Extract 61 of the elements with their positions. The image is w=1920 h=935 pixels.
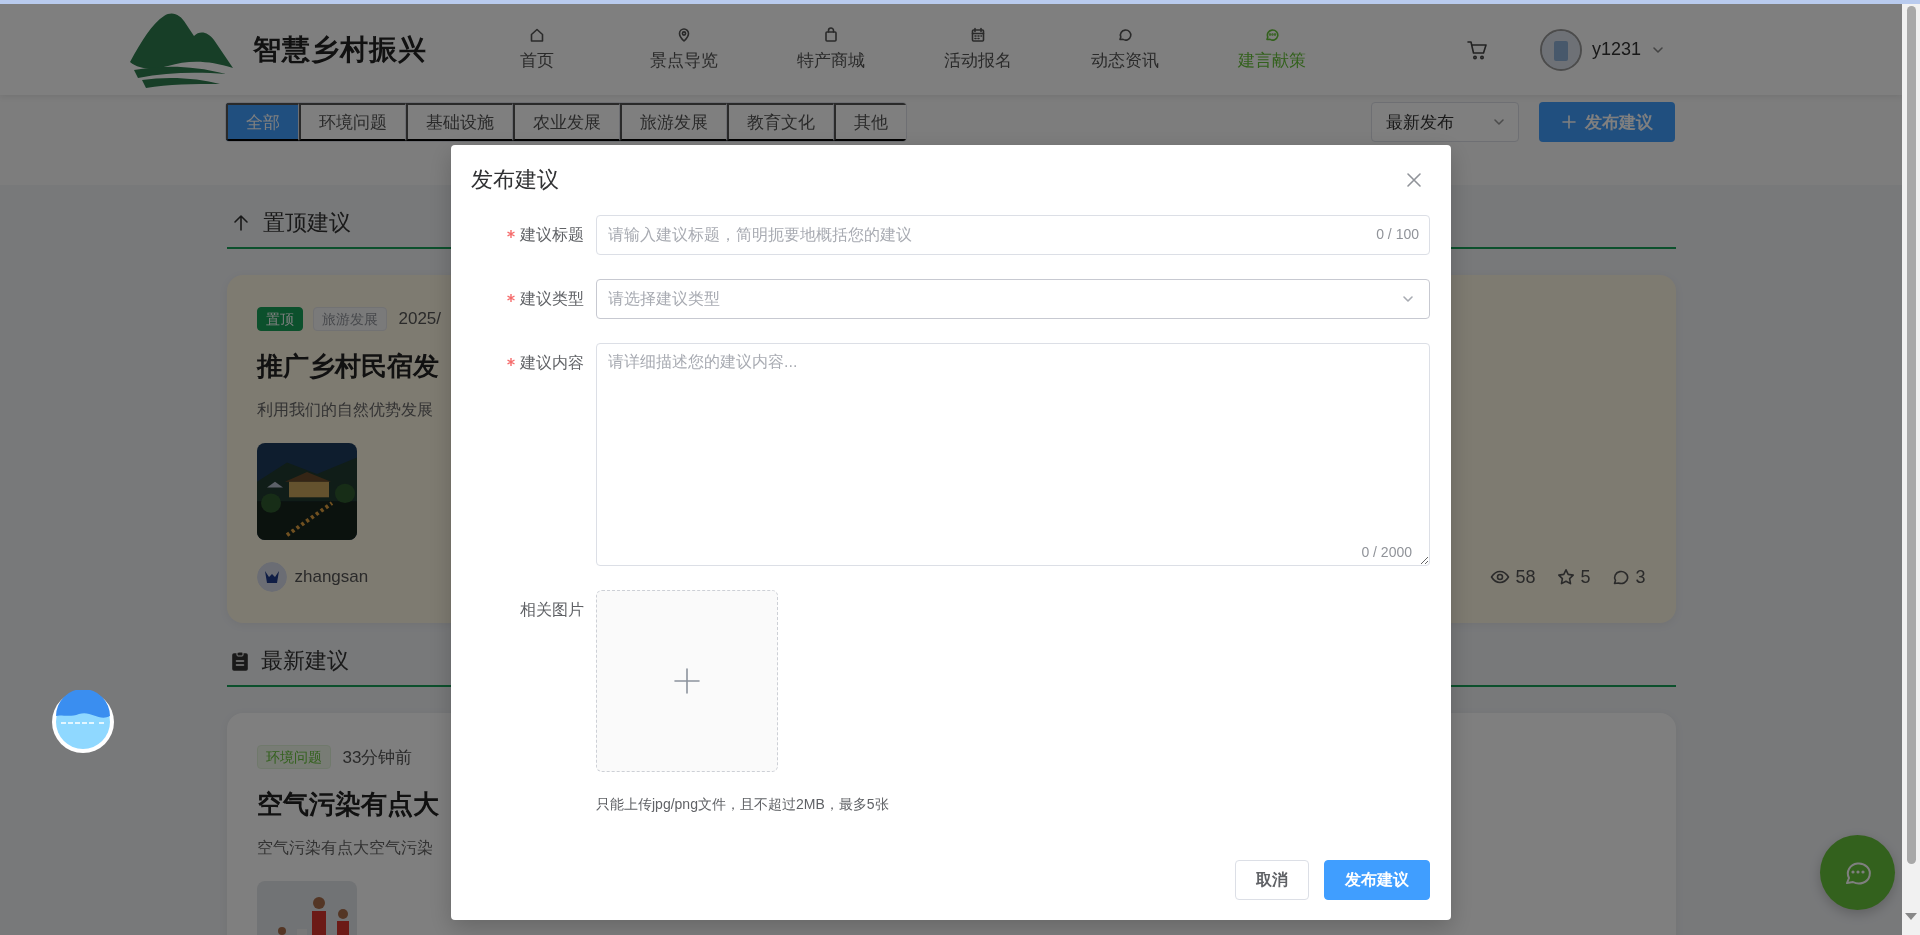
publish-button[interactable]: 发布建议 xyxy=(1539,102,1675,142)
category-tab[interactable]: 基础设施 xyxy=(406,103,513,141)
section-title: 最新建议 xyxy=(260,647,349,675)
close-icon xyxy=(1406,172,1422,188)
post-summary: 空气污染有点大空气污染 xyxy=(256,838,433,858)
post-time: 2025/ xyxy=(398,309,442,329)
view-count: 58 xyxy=(1515,567,1536,588)
cart-icon xyxy=(1465,38,1488,61)
nav-item[interactable]: 活动报名 xyxy=(904,27,1051,72)
submit-button[interactable]: 发布建议 xyxy=(1324,860,1430,900)
comment-icon xyxy=(1612,568,1631,587)
avatar xyxy=(256,562,287,593)
upload-hint: 只能上传jpg/png文件，且不超过2MB，最多5张 xyxy=(596,796,890,814)
type-select[interactable]: 请选择建议类型 xyxy=(596,279,1430,319)
field-label: 建议标题 xyxy=(520,225,584,245)
plus-icon xyxy=(673,667,701,695)
field-label: 建议内容 xyxy=(520,353,584,373)
nav-item[interactable]: 首页 xyxy=(463,27,610,72)
char-counter: 0 / 2000 xyxy=(1361,544,1412,560)
star-icon xyxy=(1557,568,1576,587)
nav-item[interactable]: 景点导览 xyxy=(610,27,757,72)
field-label: 建议类型 xyxy=(520,289,584,309)
cart-button[interactable] xyxy=(1465,38,1488,61)
sort-select[interactable]: 最新发布 xyxy=(1371,102,1519,142)
close-button[interactable] xyxy=(1406,172,1422,188)
scroll-down-icon[interactable] xyxy=(1905,913,1917,921)
assistant-ball-icon[interactable] xyxy=(51,690,115,754)
nav-item[interactable]: 动态资讯 xyxy=(1051,27,1198,72)
post-time: 33分钟前 xyxy=(342,746,413,769)
nav-item[interactable]: 特产商城 xyxy=(757,27,904,72)
site-title: 智慧乡村振兴 xyxy=(253,32,427,67)
category-tab[interactable]: 教育文化 xyxy=(727,103,834,141)
category-tab[interactable]: 环境问题 xyxy=(299,103,406,141)
field-label: 相关图片 xyxy=(520,600,584,620)
favorite-count: 5 xyxy=(1580,567,1591,588)
shopping-bag-icon xyxy=(822,27,839,43)
calendar-icon xyxy=(969,27,986,43)
plus-icon xyxy=(1561,114,1577,130)
avatar xyxy=(1539,28,1582,71)
clipboard-icon xyxy=(230,651,249,671)
comment-count: 3 xyxy=(1635,567,1646,588)
char-counter: 0 / 100 xyxy=(1376,226,1419,242)
post-title: 推广乡村民宿发 xyxy=(256,350,439,383)
category-tab[interactable]: 其他 xyxy=(834,103,906,141)
chat-bubble-icon xyxy=(1116,27,1133,43)
category-tab[interactable]: 旅游发展 xyxy=(620,103,727,141)
post-title: 空气污染有点大 xyxy=(256,788,439,821)
chat-dots-icon xyxy=(1263,27,1280,43)
scrollbar-thumb[interactable] xyxy=(1906,6,1916,864)
user-menu[interactable]: y1231 xyxy=(1539,28,1665,71)
dialog-title: 发布建议 xyxy=(471,166,559,194)
tag: 环境问题 xyxy=(256,745,331,769)
home-icon xyxy=(528,27,545,43)
category-tab[interactable]: 全部 xyxy=(226,103,299,141)
cancel-button[interactable]: 取消 xyxy=(1235,860,1309,900)
author-name: zhangsan xyxy=(294,567,369,588)
post-summary: 利用我们的自然优势发展 xyxy=(256,400,433,420)
nav-item[interactable]: 建言献策 xyxy=(1198,27,1345,72)
tag: 置顶 xyxy=(256,307,303,331)
category-tab[interactable]: 农业发展 xyxy=(513,103,620,141)
section-title: 置顶建议 xyxy=(262,209,351,237)
